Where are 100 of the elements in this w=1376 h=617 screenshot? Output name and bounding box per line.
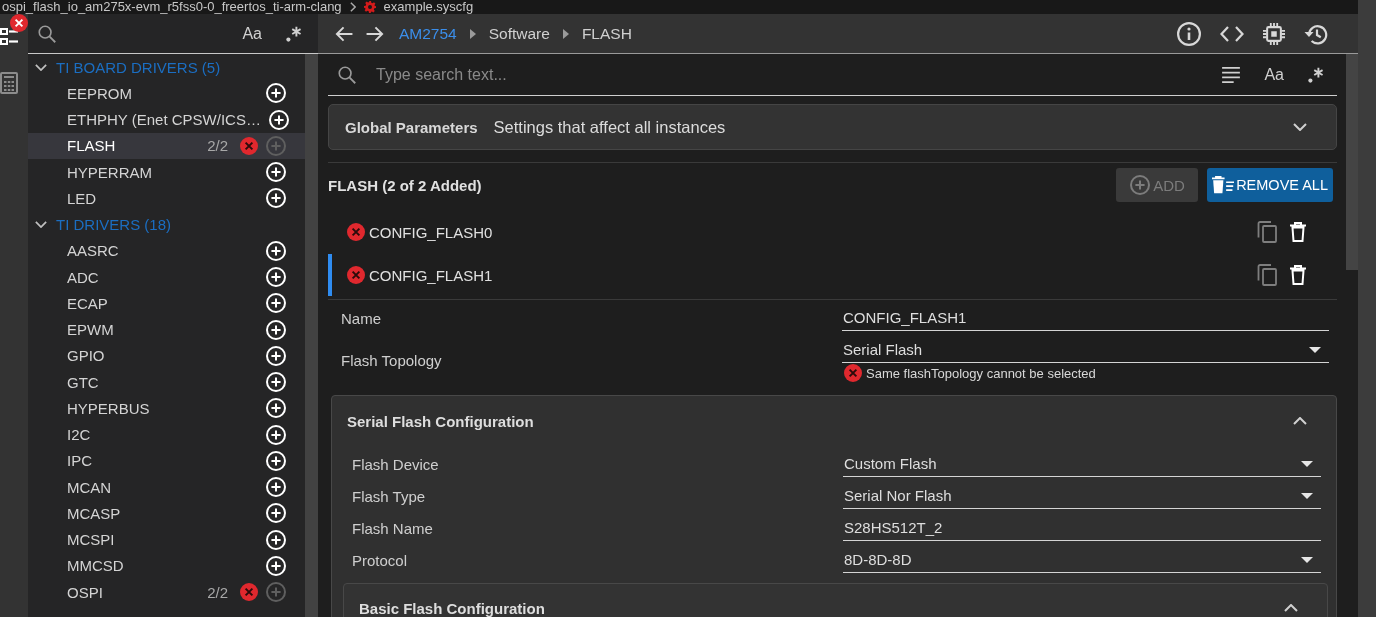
tree-item[interactable]: MCSPI xyxy=(28,526,305,553)
chevron-down-icon[interactable] xyxy=(35,63,47,71)
item-label: HYPERBUS xyxy=(67,399,151,417)
panel-title: Global Parameters xyxy=(345,118,478,136)
field-label: Flash Device xyxy=(352,455,440,473)
module-title: FLASH (2 of 2 Added) xyxy=(328,176,483,194)
item-label: MCAN xyxy=(67,478,113,496)
chip-icon[interactable] xyxy=(1263,22,1285,45)
instance-count: 2/2 xyxy=(207,137,228,155)
select-field[interactable]: Serial Flash xyxy=(842,337,1329,363)
plus-circle-icon xyxy=(1130,175,1151,195)
item-label: MCSPI xyxy=(67,531,116,549)
global-parameters-panel[interactable]: Global Parameters Settings that affect all instances xyxy=(328,104,1337,150)
chevron-right-icon xyxy=(349,2,356,12)
tree-item[interactable]: IPC xyxy=(28,447,305,474)
chevron-up-icon[interactable] xyxy=(1284,604,1298,612)
dropdown-arrow-icon xyxy=(1301,460,1313,467)
section-title[interactable]: Serial Flash Configuration xyxy=(347,412,1293,430)
remove-all-button[interactable]: REMOVE ALL xyxy=(1207,168,1333,202)
item-label: AASRC xyxy=(67,242,120,260)
tree-item[interactable]: OSPI 2/2 xyxy=(28,579,305,606)
tree-item[interactable]: LED xyxy=(28,185,305,212)
item-label: I2C xyxy=(67,426,92,444)
instance-name: CONFIG_FLASH0 xyxy=(369,223,494,241)
instance-item[interactable]: CONFIG_FLASH0 xyxy=(328,211,1337,253)
copy-icon[interactable] xyxy=(1257,264,1277,286)
text-field[interactable]: S28HS512T_2 xyxy=(843,515,1321,541)
field-label: Flash Type xyxy=(352,487,427,505)
item-label: EEPROM xyxy=(67,84,133,102)
select-field[interactable]: Custom Flash xyxy=(843,451,1321,477)
forward-arrow-icon[interactable] xyxy=(366,25,384,42)
scrollbar-thumb[interactable] xyxy=(305,54,318,617)
select-field[interactable]: Serial Nor Flash xyxy=(843,483,1321,509)
breadcrumb-item: FLASH xyxy=(581,24,632,43)
copy-icon[interactable] xyxy=(1257,221,1277,243)
dropdown-arrow-icon xyxy=(1309,346,1321,353)
scrollbar-thumb[interactable] xyxy=(1346,54,1358,270)
chevron-down-icon[interactable] xyxy=(1293,123,1307,131)
section-title[interactable]: Basic Flash Configuration xyxy=(359,599,1284,617)
tree-item[interactable]: MMCSD xyxy=(28,552,305,579)
regex-icon[interactable] xyxy=(1308,66,1324,83)
regex-icon[interactable] xyxy=(286,25,302,42)
info-icon[interactable] xyxy=(1177,21,1201,46)
chevron-up-icon[interactable] xyxy=(1293,417,1307,425)
grid-icon[interactable] xyxy=(0,72,18,94)
back-arrow-icon[interactable] xyxy=(335,25,353,42)
tree-item[interactable]: FLASH 2/2 xyxy=(28,132,305,159)
item-label: FLASH xyxy=(67,137,117,155)
match-case-toggle[interactable]: Aa xyxy=(242,24,262,43)
tree-item[interactable]: MCASP xyxy=(28,500,305,527)
trash-icon[interactable] xyxy=(1290,222,1306,242)
item-label: LED xyxy=(67,189,98,207)
tree-item[interactable]: HYPERRAM xyxy=(28,159,305,186)
tree-item[interactable]: HYPERBUS xyxy=(28,395,305,422)
tree-item[interactable]: EPWM xyxy=(28,316,305,343)
item-label: OSPI xyxy=(67,583,104,601)
project-path: ospi_flash_io_am275x-evm_r5fss0-0_freertos_ti-arm-clang xyxy=(2,0,342,14)
item-label: EPWM xyxy=(67,321,115,339)
instance-item[interactable]: CONFIG_FLASH1 xyxy=(328,254,1337,296)
caret-right-icon xyxy=(562,28,569,39)
search-icon xyxy=(338,65,356,84)
item-label: MMCSD xyxy=(67,557,125,575)
select-field[interactable]: 8D-8D-8D xyxy=(843,547,1321,573)
list-icon[interactable] xyxy=(0,27,18,47)
tree-item[interactable]: I2C xyxy=(28,421,305,448)
field-label: Name xyxy=(341,309,382,327)
instance-name: CONFIG_FLASH1 xyxy=(369,266,494,284)
error-message: Same flashTopology cannot be selected xyxy=(866,365,1096,381)
search-field[interactable]: Type search text... Aa xyxy=(328,54,1337,96)
dropdown-arrow-icon xyxy=(1301,492,1313,499)
tree-item[interactable]: MCAN xyxy=(28,474,305,501)
tree-item[interactable]: GTC xyxy=(28,369,305,396)
item-label: ADC xyxy=(67,268,100,286)
field-label: Flash Topology xyxy=(341,351,443,369)
code-icon[interactable] xyxy=(1220,25,1244,42)
panel-description: Settings that affect all instances xyxy=(493,117,727,137)
tree-item[interactable]: ETHPHY (Enet CPSW/ICS… xyxy=(28,106,305,133)
item-label: IPC xyxy=(67,452,93,470)
item-label: ETHPHY (Enet CPSW/ICS… xyxy=(67,111,261,129)
item-label: GPIO xyxy=(67,347,106,365)
dropdown-arrow-icon xyxy=(1301,556,1313,563)
breadcrumb-link[interactable]: AM2754 xyxy=(399,24,457,43)
breadcrumb-item: Software xyxy=(488,24,550,43)
tree-item[interactable]: ECAP xyxy=(28,290,305,317)
chevron-down-icon[interactable] xyxy=(35,221,47,229)
text-field[interactable]: CONFIG_FLASH1 xyxy=(842,305,1329,331)
match-case-toggle[interactable]: Aa xyxy=(1264,65,1284,84)
instance-count: 2/2 xyxy=(207,583,228,601)
tree-item[interactable]: GPIO xyxy=(28,342,305,369)
field-label: Flash Name xyxy=(352,519,434,537)
tree-item[interactable]: AASRC xyxy=(28,237,305,264)
file-name: example.syscfg xyxy=(383,0,474,14)
search-icon xyxy=(38,24,56,43)
trash-icon[interactable] xyxy=(1290,265,1306,285)
error-icon xyxy=(844,364,862,382)
gear-icon xyxy=(363,1,376,13)
tree-item[interactable]: EEPROM xyxy=(28,80,305,107)
tree-item[interactable]: ADC xyxy=(28,264,305,291)
item-label: HYPERRAM xyxy=(67,163,153,181)
lines-icon[interactable] xyxy=(1222,66,1241,83)
